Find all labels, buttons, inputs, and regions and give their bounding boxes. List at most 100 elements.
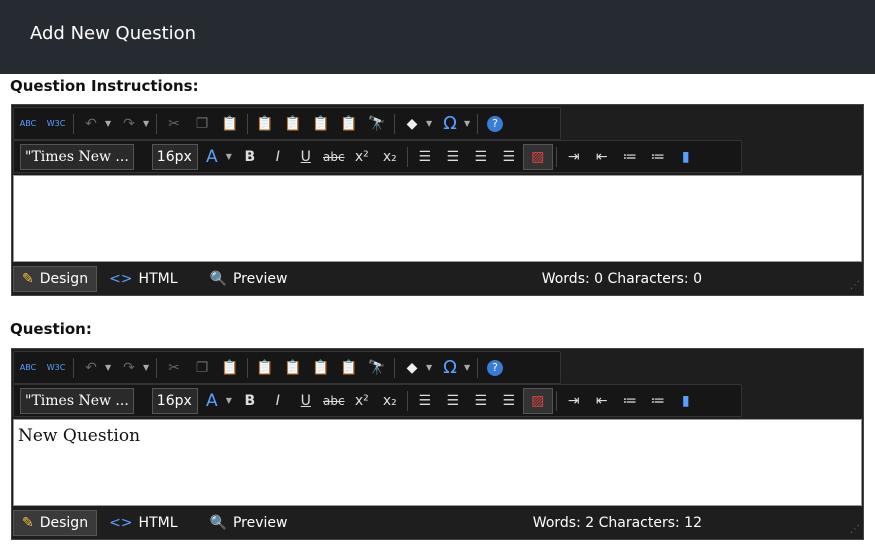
magnifier-icon: 🔍 — [209, 271, 227, 287]
format-dropdown-icon[interactable]: ▼ — [426, 119, 436, 128]
outdent-icon[interactable]: ⇤ — [588, 389, 616, 413]
html-mode-tab[interactable]: <> HTML — [101, 511, 185, 535]
remove-alignment-icon[interactable]: ▨ — [522, 387, 553, 414]
font-size-select[interactable]: 16px — [151, 143, 198, 170]
paste-word-icon[interactable]: 📋 — [279, 112, 307, 136]
spellcheck-icon[interactable]: ABC — [14, 356, 42, 380]
editor-content-area[interactable] — [13, 175, 862, 262]
numbered-list-icon[interactable]: ≔ — [616, 145, 644, 169]
resize-grip-icon[interactable]: ⋰ — [850, 524, 860, 535]
paste-text-icon[interactable]: 📋 — [251, 112, 279, 136]
design-mode-tab[interactable]: ✎ Design — [13, 510, 98, 536]
find-replace-icon[interactable]: 🔭 — [363, 112, 391, 136]
paste-icon[interactable]: 📋 — [216, 112, 244, 136]
paste-icon[interactable]: 📋 — [216, 356, 244, 380]
justify-icon[interactable]: ☰ — [495, 389, 523, 413]
indent-icon[interactable]: ⇥ — [560, 145, 588, 169]
question-label: Question: — [10, 320, 92, 338]
undo-icon[interactable]: ↶ — [77, 356, 105, 380]
paste-html-icon[interactable]: 📋 — [335, 112, 363, 136]
w3c-validate-icon[interactable]: W3C — [42, 356, 70, 380]
question-editor: ABC W3C ↶ ▼ ↷ ▼ ✂ ❐ 📋 📋 📋 📋 📋 🔭 ◆ ▼ Ω ▼ ? "T… — [11, 348, 864, 540]
subscript-icon[interactable]: x₂ — [376, 389, 404, 413]
outdent-icon[interactable]: ⇤ — [588, 145, 616, 169]
strikethrough-icon[interactable]: abc — [320, 145, 348, 169]
redo-dropdown-icon[interactable]: ▼ — [143, 119, 153, 128]
redo-dropdown-icon[interactable]: ▼ — [143, 363, 153, 372]
cut-icon[interactable]: ✂ — [160, 112, 188, 136]
help-icon[interactable]: ? — [481, 112, 509, 136]
font-color-dropdown-icon[interactable]: ▼ — [226, 396, 236, 405]
editor-statusbar: ✎ Design <> HTML 🔍 Preview Words: 0 Charact… — [13, 263, 862, 295]
magnifier-icon: 🔍 — [209, 515, 227, 531]
w3c-validate-icon[interactable]: W3C — [42, 112, 70, 136]
code-icon: <> — [109, 271, 133, 287]
underline-icon[interactable]: U — [292, 145, 320, 169]
bullet-list-icon[interactable]: ≔ — [644, 145, 672, 169]
bullet-list-icon[interactable]: ≔ — [644, 389, 672, 413]
undo-dropdown-icon[interactable]: ▼ — [105, 119, 115, 128]
align-left-icon[interactable]: ☰ — [411, 389, 439, 413]
preview-mode-tab[interactable]: 🔍 Preview — [202, 511, 296, 535]
align-center-icon[interactable]: ☰ — [439, 389, 467, 413]
find-replace-icon[interactable]: 🔭 — [363, 356, 391, 380]
copy-icon[interactable]: ❐ — [188, 112, 216, 136]
format-stripper-icon[interactable]: ◆ — [398, 356, 426, 380]
special-char-icon[interactable]: Ω — [436, 112, 464, 136]
format-painter-icon[interactable]: ▮ — [672, 145, 700, 169]
align-center-icon[interactable]: ☰ — [439, 145, 467, 169]
spellcheck-icon[interactable]: ABC — [14, 112, 42, 136]
italic-icon[interactable]: I — [264, 389, 292, 413]
italic-icon[interactable]: I — [264, 145, 292, 169]
html-mode-tab[interactable]: <> HTML — [101, 267, 185, 291]
paste-html-icon[interactable]: 📋 — [335, 356, 363, 380]
justify-icon[interactable]: ☰ — [495, 145, 523, 169]
indent-icon[interactable]: ⇥ — [560, 389, 588, 413]
special-char-dropdown-icon[interactable]: ▼ — [464, 119, 474, 128]
remove-alignment-icon[interactable]: ▨ — [522, 143, 553, 170]
format-stripper-icon[interactable]: ◆ — [398, 112, 426, 136]
font-family-select[interactable]: "Times New ... — [20, 387, 134, 414]
redo-icon[interactable]: ↷ — [115, 112, 143, 136]
bold-icon[interactable]: B — [236, 389, 264, 413]
superscript-icon[interactable]: x² — [348, 389, 376, 413]
font-color-icon[interactable]: A — [198, 145, 226, 169]
paste-text-icon[interactable]: 📋 — [251, 356, 279, 380]
help-icon[interactable]: ? — [481, 356, 509, 380]
strikethrough-icon[interactable]: abc — [320, 389, 348, 413]
redo-icon[interactable]: ↷ — [115, 356, 143, 380]
undo-icon[interactable]: ↶ — [77, 112, 105, 136]
editor-statusbar: ✎ Design <> HTML 🔍 Preview Words: 2 Charact… — [13, 507, 862, 539]
font-color-dropdown-icon[interactable]: ▼ — [226, 152, 236, 161]
cut-icon[interactable]: ✂ — [160, 356, 188, 380]
font-color-icon[interactable]: A — [198, 389, 226, 413]
format-painter-icon[interactable]: ▮ — [672, 389, 700, 413]
page-header: Add New Question — [0, 0, 875, 74]
superscript-icon[interactable]: x² — [348, 145, 376, 169]
format-dropdown-icon[interactable]: ▼ — [426, 363, 436, 372]
editor-content-area[interactable]: New Question — [13, 419, 862, 506]
page-title: Add New Question — [30, 23, 197, 44]
word-char-count: Words: 0 Characters: 0 — [541, 271, 702, 287]
align-right-icon[interactable]: ☰ — [467, 145, 495, 169]
design-mode-tab[interactable]: ✎ Design — [13, 266, 98, 292]
special-char-dropdown-icon[interactable]: ▼ — [464, 363, 474, 372]
preview-mode-tab[interactable]: 🔍 Preview — [202, 267, 296, 291]
paste-plain-icon[interactable]: 📋 — [307, 112, 335, 136]
resize-grip-icon[interactable]: ⋰ — [850, 280, 860, 291]
code-icon: <> — [109, 515, 133, 531]
word-char-count: Words: 2 Characters: 12 — [532, 515, 702, 531]
paste-plain-icon[interactable]: 📋 — [307, 356, 335, 380]
font-family-select[interactable]: "Times New ... — [20, 143, 134, 170]
paste-word-icon[interactable]: 📋 — [279, 356, 307, 380]
align-right-icon[interactable]: ☰ — [467, 389, 495, 413]
font-size-select[interactable]: 16px — [151, 387, 198, 414]
special-char-icon[interactable]: Ω — [436, 356, 464, 380]
align-left-icon[interactable]: ☰ — [411, 145, 439, 169]
undo-dropdown-icon[interactable]: ▼ — [105, 363, 115, 372]
copy-icon[interactable]: ❐ — [188, 356, 216, 380]
bold-icon[interactable]: B — [236, 145, 264, 169]
underline-icon[interactable]: U — [292, 389, 320, 413]
numbered-list-icon[interactable]: ≔ — [616, 389, 644, 413]
subscript-icon[interactable]: x₂ — [376, 145, 404, 169]
